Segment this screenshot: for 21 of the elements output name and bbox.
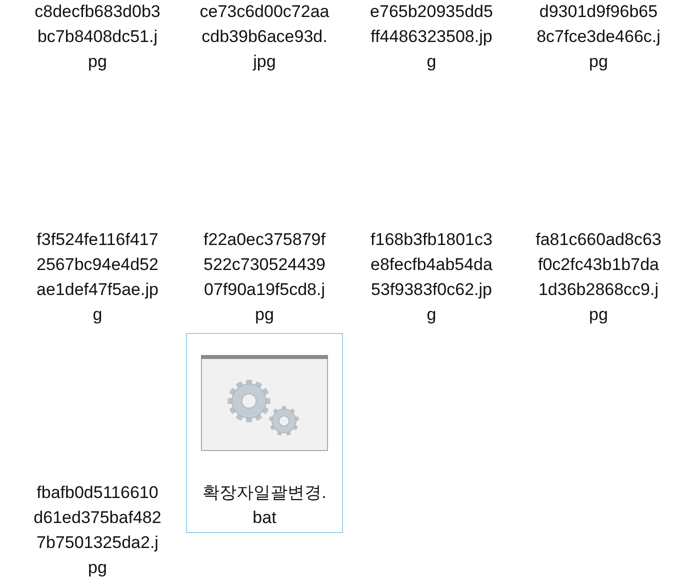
file-name: fbafb0d5116610 d61ed375baf482 7b7501325da2.j pg [34, 482, 162, 579]
file-item[interactable]: ce73c6d00c72aa cdb39b6ace93d. jpg [186, 0, 343, 77]
file-name: ce73c6d00c72aa cdb39b6ace93d. jpg [200, 1, 330, 73]
file-name: d9301d9f96b65 8c7fce3de466c.j pg [536, 1, 660, 73]
file-item[interactable]: fbafb0d5116610 d61ed375baf482 7b7501325da2.j pg [19, 333, 176, 581]
file-name: fa81c660ad8c63 f0c2fc43b1b7da 1d36b2868cc9.j pg [536, 229, 662, 326]
file-name: f168b3fb1801c3 e8fecfb4ab54da 53f9383f0c62.jp g [370, 229, 492, 326]
file-name: c8decfb683d0b3 bc7b8408dc51.j pg [34, 1, 160, 73]
file-item[interactable]: e765b20935dd5 ff4486323508.jp g [353, 0, 510, 77]
file-name: f22a0ec375879f 522c730524439 07f90a19f5cd8.j pg [204, 229, 326, 326]
file-item[interactable]: fa81c660ad8c63 f0c2fc43b1b7da 1d36b2868cc9.j pg [520, 80, 677, 330]
file-name: 확장자일괄변경. bat [202, 482, 326, 529]
settings-window-icon [201, 355, 328, 451]
file-item[interactable]: c8decfb683d0b3 bc7b8408dc51.j pg [19, 0, 176, 77]
file-item[interactable]: f3f524fe116f417 2567bc94e4d52 ae1def47f5ae.jp g [19, 80, 176, 330]
file-name: e765b20935dd5 ff4486323508.jp g [370, 1, 493, 73]
file-item[interactable]: f168b3fb1801c3 e8fecfb4ab54da 53f9383f0c62.jp g [353, 80, 510, 330]
file-item[interactable]: d9301d9f96b65 8c7fce3de466c.j pg [520, 0, 677, 77]
file-item[interactable]: 확장자일괄변경. bat [186, 333, 343, 533]
file-item[interactable]: f22a0ec375879f 522c730524439 07f90a19f5cd8.j pg [186, 80, 343, 330]
file-name: f3f524fe116f417 2567bc94e4d52 ae1def47f5ae.jp g [36, 229, 158, 326]
